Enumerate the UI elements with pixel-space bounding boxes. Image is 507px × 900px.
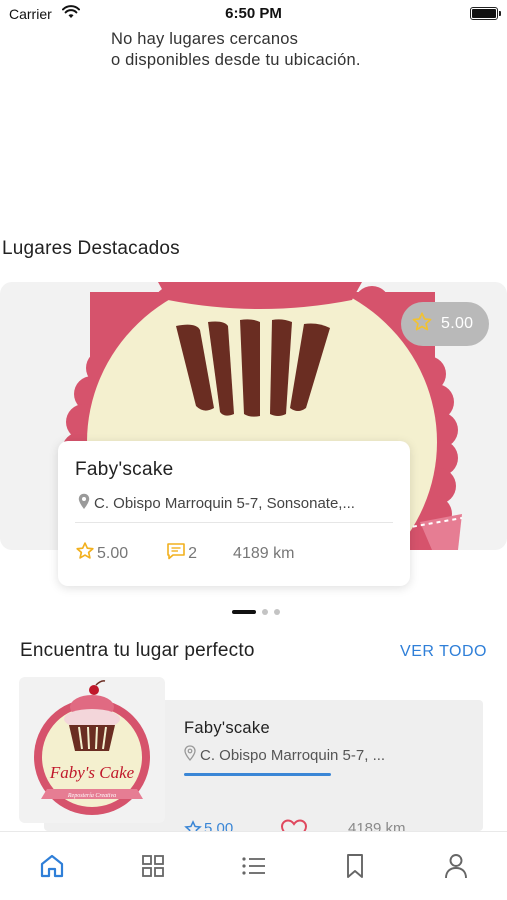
empty-message-line-2: o disponibles desde tu ubicación. [111, 51, 361, 69]
featured-reviews-count: 2 [188, 544, 198, 562]
star-outline-icon [75, 541, 95, 566]
featured-reviews-stat: 2 [166, 542, 197, 565]
featured-rating-stat: 5.00 [75, 541, 128, 566]
tab-profile[interactable] [442, 853, 470, 884]
profile-icon [444, 853, 468, 884]
place-logo-image: Faby's Cake Repostería Creativa [19, 677, 165, 823]
pagination-dot[interactable] [274, 609, 280, 615]
logo-text: Faby's Cake [49, 763, 135, 782]
featured-place-card[interactable]: Faby'scake C. Obispo Marroquin 5-7, Sons… [58, 441, 410, 586]
comment-icon [166, 542, 186, 565]
carousel-pagination[interactable] [232, 609, 280, 615]
featured-place-address: C. Obispo Marroquin 5-7, Sonsonate,... [78, 493, 396, 514]
find-section-title: Encuentra tu lugar perfecto [20, 640, 255, 661]
place-address: C. Obispo Marroquin 5-7, ... [184, 745, 385, 765]
tab-categories[interactable] [139, 854, 167, 882]
place-footer-row: 5.00 4189 km [184, 818, 484, 832]
place-name: Faby'scake [184, 719, 270, 737]
logo-subtext: Repostería Creativa [67, 793, 116, 799]
featured-distance: 4189 km [233, 544, 295, 562]
pagination-dot[interactable] [262, 609, 268, 615]
bookmark-icon [345, 853, 365, 884]
empty-message-line-1: No hay lugares cercanos [111, 30, 299, 48]
star-outline-icon [411, 311, 433, 338]
featured-rating-badge: 5.00 [401, 302, 489, 346]
featured-rating-text: 5.00 [97, 544, 129, 562]
place-address-text: C. Obispo Marroquin 5-7, ... [200, 746, 386, 764]
card-divider [75, 522, 393, 523]
place-progress-bar [184, 773, 331, 776]
battery-icon [470, 7, 501, 20]
featured-place-name: Faby'scake [75, 459, 174, 480]
pagination-dot-active[interactable] [232, 610, 256, 614]
see-all-button[interactable]: VER TODO [400, 643, 487, 661]
tab-home[interactable] [38, 854, 66, 882]
home-icon [39, 853, 65, 884]
status-bar: Carrier 6:50 PM [0, 0, 507, 28]
featured-section-title: Lugares Destacados [2, 238, 180, 259]
empty-nearby-message: No hay lugares cercanos o disponibles de… [111, 29, 361, 71]
grid-icon [141, 854, 165, 883]
list-icon [241, 855, 267, 882]
tab-saved[interactable] [341, 853, 369, 884]
bottom-tab-bar [0, 831, 507, 900]
clock: 6:50 PM [225, 5, 282, 22]
location-pin-outline-icon [184, 745, 196, 765]
featured-address-text: C. Obispo Marroquin 5-7, Sonsonate,... [94, 495, 355, 512]
featured-stats-row: 5.00 2 4189 km [75, 541, 294, 566]
location-pin-icon [78, 493, 90, 514]
tab-list[interactable] [240, 854, 268, 882]
featured-rating-value: 5.00 [441, 315, 474, 332]
